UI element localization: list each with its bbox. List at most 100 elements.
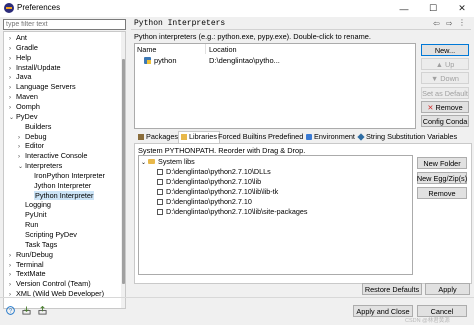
config-conda-button[interactable]: Config Conda <box>421 115 469 127</box>
list-item[interactable]: D:\denglintao\python2.7.10\lib\lib-tk <box>157 187 278 197</box>
tree-item[interactable]: › Install/Update <box>9 63 61 73</box>
tree-item-label: Run/Debug <box>16 249 53 259</box>
system-libs-tree[interactable]: ⌄ System libs D:\denglintao\python2.7.10\… <box>138 155 413 275</box>
tree-item[interactable]: › Debug <box>18 132 47 142</box>
remove-x-icon: ✕ <box>427 102 434 112</box>
up-button[interactable]: ▲ Up <box>421 58 469 70</box>
set-as-default-button[interactable]: Set as Default <box>421 87 469 99</box>
chevron-down-icon: ⌄ <box>141 160 147 166</box>
back-arrow-icon[interactable]: ⇦ <box>433 19 440 28</box>
column-header-location[interactable]: Location <box>209 45 237 54</box>
tab-string-substitution-variables[interactable]: String Substitution Variables <box>357 131 457 143</box>
variables-diamond-icon <box>357 132 365 141</box>
down-button[interactable]: ▼ Down <box>421 72 469 84</box>
library-path-icon <box>157 198 163 205</box>
tree-item-label: Task Tags <box>25 239 58 249</box>
system-libs-node[interactable]: ⌄ System libs <box>141 157 195 167</box>
tree-scrollbar-thumb[interactable] <box>122 59 125 284</box>
remove-interpreter-button[interactable]: ✕ Remove <box>421 101 469 113</box>
tree-item[interactable]: › Run/Debug <box>9 250 53 260</box>
tree-item[interactable]: › Version Control (Team) <box>9 279 91 289</box>
tree-item-label: Editor <box>25 141 45 151</box>
library-path-icon <box>157 208 163 215</box>
chevron-down-icon[interactable]: ⌄ <box>18 162 25 172</box>
list-item[interactable]: D:\denglintao\python2.7.10\DLLs <box>157 167 271 177</box>
tree-item-label: Maven <box>16 92 38 102</box>
chevron-right-icon[interactable]: › <box>9 290 16 300</box>
interpreter-name: python <box>154 56 177 65</box>
tree-item-label: PyDev <box>16 111 38 121</box>
libraries-folder-icon <box>181 133 187 140</box>
tree-item[interactable]: › TextMate <box>9 269 46 279</box>
export-icon[interactable] <box>38 306 47 315</box>
up-arrow-icon: ▲ <box>435 59 443 69</box>
tree-item-label: Gradle <box>16 42 38 52</box>
new-interpreter-button[interactable]: New... <box>421 44 469 56</box>
tree-item[interactable]: ⌄ Interpreters <box>18 161 62 171</box>
tab-predefined[interactable]: Predefined <box>268 131 303 143</box>
tree-item[interactable]: › Maven <box>9 92 38 102</box>
forward-arrow-icon[interactable]: ⇨ <box>446 19 453 28</box>
close-window-button[interactable]: ✕ <box>452 1 472 16</box>
remove-library-button[interactable]: Remove <box>417 187 467 199</box>
tab-libraries[interactable]: Libraries <box>178 131 220 143</box>
tree-item[interactable]: › Help <box>9 53 31 63</box>
bottom-separator <box>0 297 474 298</box>
interpreter-row[interactable]: python D:\denglintao\pytho... <box>136 55 414 65</box>
tree-item[interactable]: › Editor <box>18 141 44 151</box>
apply-button[interactable]: Apply <box>425 283 470 295</box>
tree-item[interactable]: › Java <box>9 72 31 82</box>
interpreters-table[interactable]: Name Location python D:\denglintao\pytho… <box>134 43 416 129</box>
tree-item-label: Interpreters <box>25 161 63 171</box>
tree-item[interactable]: › Terminal <box>9 260 44 270</box>
tree-item-label: Ant <box>16 33 27 42</box>
page-title: Python Interpreters <box>134 19 226 28</box>
tree-item[interactable]: Run <box>18 220 38 230</box>
tree-item[interactable]: Jython Interpreter <box>27 181 91 191</box>
title-separator <box>131 29 471 30</box>
import-icon[interactable] <box>22 306 31 315</box>
tree-item[interactable]: › Language Servers <box>9 82 76 92</box>
list-item[interactable]: D:\denglintao\python2.7.10\lib <box>157 177 261 187</box>
maximize-button[interactable]: ☐ <box>423 1 443 16</box>
tree-item[interactable]: Python Interpreter <box>27 190 95 201</box>
chevron-down-icon[interactable]: ⌄ <box>9 113 16 123</box>
view-menu-icon[interactable]: ⋮ <box>458 18 466 27</box>
tree-item[interactable]: Logging <box>18 200 51 210</box>
list-item[interactable]: D:\denglintao\python2.7.10 <box>157 197 252 207</box>
tree-item[interactable]: › Ant <box>9 33 27 43</box>
tab-packages[interactable]: Packages <box>138 131 178 143</box>
interpreter-tabs: Packages Libraries Forced Builtins Prede… <box>134 131 472 143</box>
tree-item-label: Scripting PyDev <box>25 230 77 239</box>
tree-item[interactable]: Scripting PyDev <box>18 230 77 240</box>
list-item[interactable]: D:\denglintao\python2.7.10\lib\site-pack… <box>157 207 307 217</box>
tree-item[interactable]: Builders <box>18 122 51 132</box>
filter-input[interactable] <box>3 19 126 30</box>
tree-item-label: Python Interpreter <box>34 190 95 200</box>
tree-item-label: PyUnit <box>25 210 47 220</box>
tree-item-label: Jython Interpreter <box>34 180 92 190</box>
new-egg-zip-button[interactable]: New Egg/Zip(s) <box>417 172 467 184</box>
column-header-name[interactable]: Name <box>137 45 156 54</box>
window-title: Preferences <box>17 3 61 12</box>
tree-item-label: Builders <box>25 121 52 131</box>
help-icon[interactable]: ? <box>6 306 15 315</box>
tab-environment[interactable]: Environment <box>306 131 355 143</box>
tree-item[interactable]: › Gradle <box>9 43 38 53</box>
tree-item[interactable]: Task Tags <box>18 240 57 250</box>
tree-item[interactable]: › Interactive Console <box>18 151 87 161</box>
tree-item[interactable]: IronPython Interpreter <box>27 171 105 181</box>
minimize-button[interactable]: — <box>394 1 414 16</box>
tab-forced-builtins[interactable]: Forced Builtins <box>218 131 266 143</box>
library-path-icon <box>157 178 163 185</box>
tree-item[interactable]: PyUnit <box>18 210 47 220</box>
tree-item[interactable]: › Oomph <box>9 102 40 112</box>
down-arrow-icon: ▼ <box>431 73 439 83</box>
new-folder-button[interactable]: New Folder <box>417 157 467 169</box>
apply-and-close-button[interactable]: Apply and Close <box>353 305 413 317</box>
interpreter-location: D:\denglintao\pytho... <box>209 56 280 65</box>
tree-item-label: Logging <box>25 200 51 210</box>
tree-item-label: Terminal <box>16 259 44 269</box>
restore-defaults-button[interactable]: Restore Defaults <box>362 283 422 295</box>
tree-item[interactable]: ⌄ PyDev <box>9 112 38 122</box>
